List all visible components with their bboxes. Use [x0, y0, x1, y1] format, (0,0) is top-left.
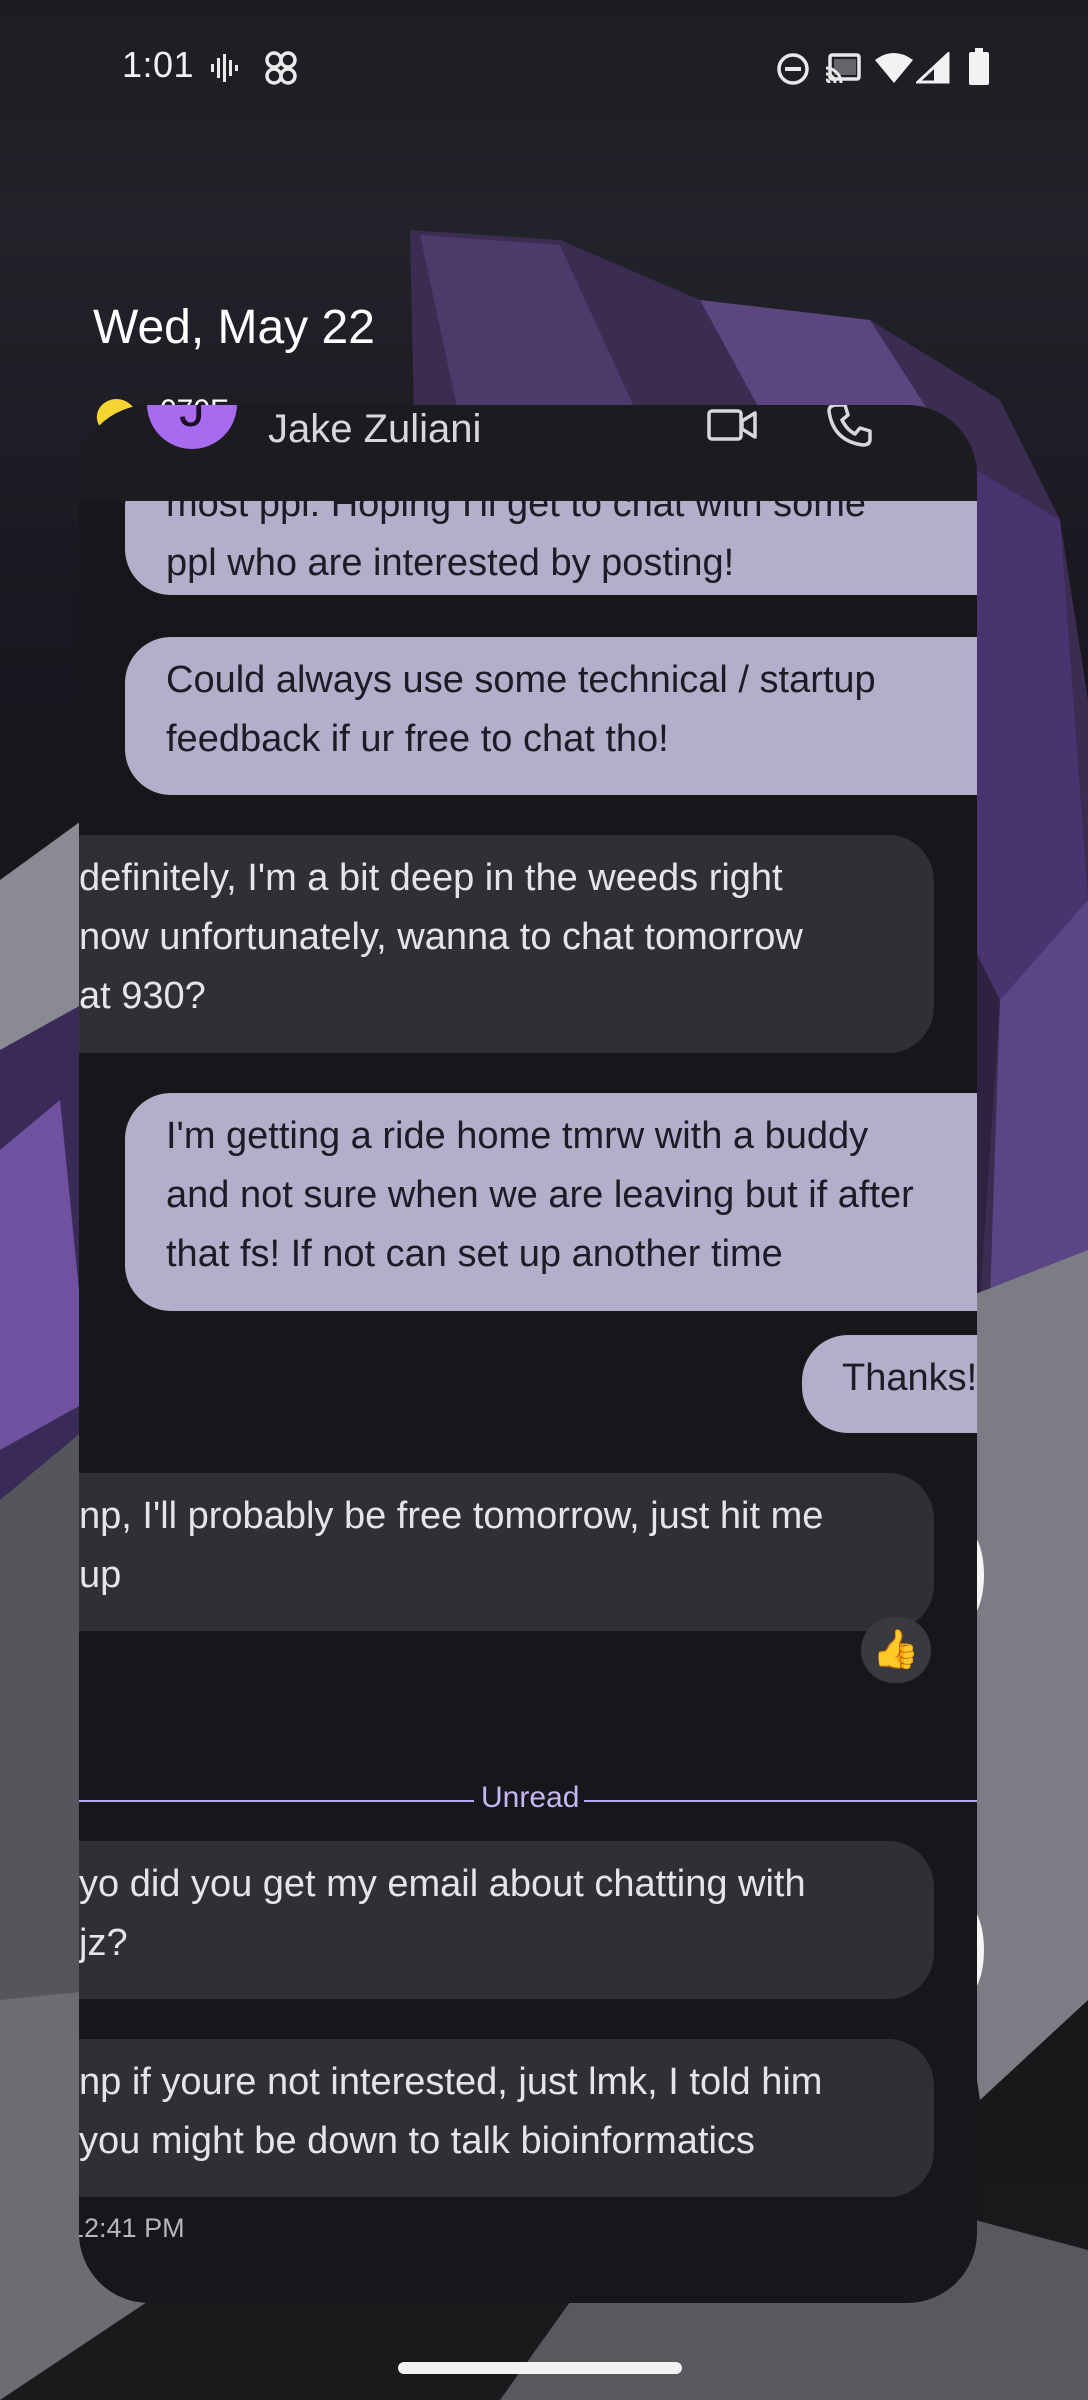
message-line: that fs! If not can set up another time: [166, 1233, 783, 1275]
message-line: jz?: [79, 1922, 128, 1964]
status-bar: 1:01: [0, 0, 1088, 120]
pinwheel-app-icon: [265, 51, 297, 85]
contact-avatar[interactable]: J: [147, 405, 237, 449]
phone-call-icon[interactable]: [825, 405, 873, 449]
message-line: most ppl. Hoping I'll get to chat with s…: [166, 501, 867, 525]
do-not-disturb-icon: [777, 53, 809, 85]
message-line: np if youre not interested, just lmk, I …: [79, 2061, 823, 2103]
conversation-header: J Jake Zuliani: [79, 405, 977, 501]
message-bubble-outgoing[interactable]: Thanks!: [802, 1335, 977, 1433]
message-timestamp: 12:41 PM: [79, 2213, 185, 2243]
message-bubble-outgoing[interactable]: I'm getting a ride home tmrw with a budd…: [125, 1093, 977, 1311]
unread-line-left: [79, 1800, 474, 1802]
message-bubble-incoming[interactable]: np if youre not interested, just lmk, I …: [79, 2039, 934, 2197]
message-bubble-outgoing[interactable]: Could always use some technical / startu…: [125, 637, 977, 795]
video-call-icon[interactable]: [706, 405, 758, 445]
message-line: np, I'll probably be free tomorrow, just…: [79, 1495, 824, 1537]
message-line: and not sure when we are leaving but if …: [166, 1174, 914, 1216]
message-line: Thanks!: [842, 1357, 977, 1399]
status-time: 1:01: [122, 44, 195, 85]
wifi-icon: [875, 53, 913, 83]
message-line: now unfortunately, wanna to chat tomorro…: [79, 916, 803, 958]
message-line: at 930?: [79, 975, 206, 1017]
home-gesture-bar[interactable]: [398, 2362, 682, 2374]
unread-divider: Unread: [79, 1781, 977, 1821]
message-line: up: [79, 1554, 122, 1596]
contact-name[interactable]: Jake Zuliani: [268, 407, 481, 452]
conversation-bubble-window[interactable]: J Jake Zuliani most ppl. Hoping I'll get…: [79, 405, 977, 2303]
message-line: I'm getting a ride home tmrw with a budd…: [166, 1115, 869, 1157]
reaction-thumbs-up[interactable]: 👍: [861, 1617, 931, 1683]
cast-icon: [825, 53, 861, 84]
message-line: Could always use some technical / startu…: [166, 659, 876, 701]
message-line: feedback if ur free to chat tho!: [166, 718, 669, 760]
message-bubble-incoming[interactable]: yo did you get my email about chatting w…: [79, 1841, 934, 1999]
lock-screen-date: Wed, May 22: [93, 301, 375, 354]
message-bubble-incoming[interactable]: np, I'll probably be free tomorrow, just…: [79, 1473, 934, 1631]
unread-label: Unread: [481, 1781, 580, 1814]
battery-icon: [969, 48, 989, 85]
message-line: you might be down to talk bioinformatics: [79, 2120, 755, 2162]
message-bubble-outgoing[interactable]: most ppl. Hoping I'll get to chat with s…: [125, 501, 977, 595]
unread-line-right: [584, 1800, 977, 1802]
message-line: definitely, I'm a bit deep in the weeds …: [79, 857, 783, 899]
message-line: yo did you get my email about chatting w…: [79, 1863, 806, 1905]
message-bubble-incoming[interactable]: definitely, I'm a bit deep in the weeds …: [79, 835, 934, 1053]
cell-signal-icon: [916, 52, 950, 84]
voice-waveform-icon: [211, 54, 238, 82]
message-line: ppl who are interested by posting!: [166, 542, 735, 584]
message-list[interactable]: most ppl. Hoping I'll get to chat with s…: [79, 501, 977, 2303]
